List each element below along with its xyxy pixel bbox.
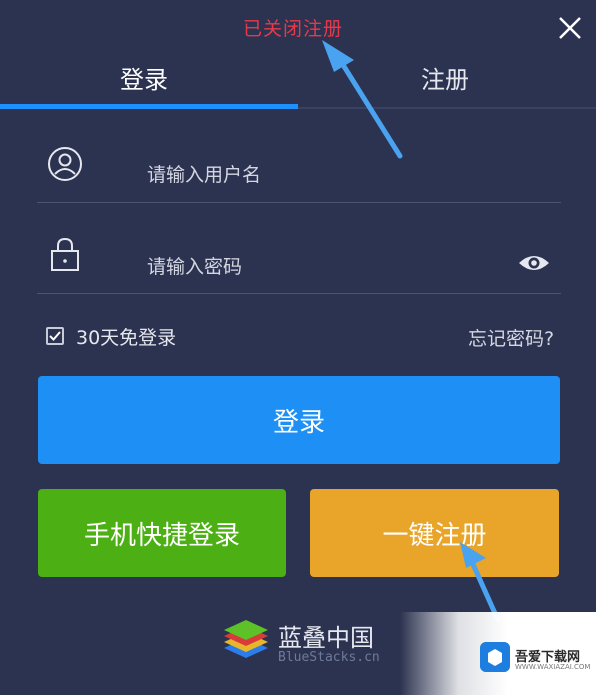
brand-name-cn: 蓝叠中国 xyxy=(278,624,374,652)
phone-login-button[interactable]: 手机快捷登录 xyxy=(38,489,286,577)
arrow-annotation xyxy=(460,542,501,622)
username-field[interactable]: 请输入用户名 xyxy=(37,112,561,203)
login-button[interactable]: 登录 xyxy=(38,376,560,464)
forgot-password-link[interactable]: 忘记密码? xyxy=(468,324,554,351)
remember-label: 30天免登录 xyxy=(76,326,177,349)
tab-active-indicator xyxy=(0,104,298,109)
watermark-subtext: WWW.WAXIAZAI.COM xyxy=(515,663,591,671)
arrow-annotation xyxy=(322,40,403,159)
password-placeholder: 请输入密码 xyxy=(147,256,243,278)
quick-register-button[interactable]: 一键注册 xyxy=(310,489,559,577)
eye-icon[interactable] xyxy=(517,251,551,275)
watermark-icon xyxy=(480,642,510,672)
username-placeholder: 请输入用户名 xyxy=(147,164,262,186)
remember-login[interactable]: 30天免登录 xyxy=(46,322,176,350)
tab-login[interactable]: 登录 xyxy=(120,60,168,95)
tab-register[interactable]: 注册 xyxy=(421,60,469,95)
checkbox-icon[interactable] xyxy=(46,327,64,345)
user-icon xyxy=(48,147,82,181)
registration-closed-notice: 已关闭注册 xyxy=(243,18,344,40)
close-icon[interactable] xyxy=(556,14,584,42)
brand-name-en: BlueStacks.cn xyxy=(278,650,380,665)
password-field[interactable]: 请输入密码 xyxy=(37,203,561,294)
lock-icon xyxy=(51,237,79,271)
login-window: 已关闭注册 登录 注册 请输入用户名 请输入密码 30天免登录 忘记密码? 登录… xyxy=(0,0,596,695)
bluestacks-logo xyxy=(224,620,268,658)
